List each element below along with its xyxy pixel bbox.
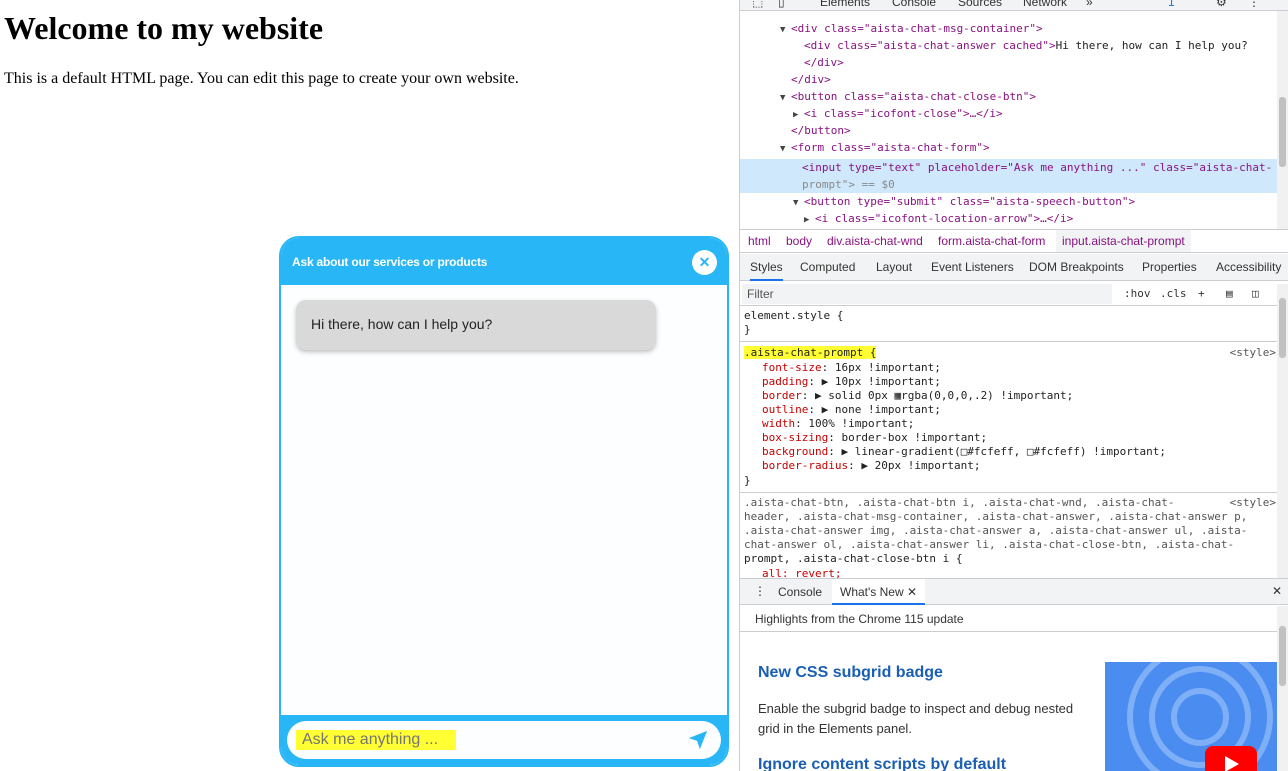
dom-node[interactable]: </div> xyxy=(740,71,1280,88)
breadcrumb-chat-prompt[interactable]: input.aista-chat-prompt xyxy=(1056,230,1191,252)
dom-node[interactable]: ▼ <div class="aista-chat-msg-container"> xyxy=(740,20,1280,37)
sidebar-toggle-icon[interactable]: ◫ xyxy=(1252,287,1259,300)
css-property[interactable]: width: 100% !important; xyxy=(762,417,914,431)
dom-node[interactable]: ▶ <i class="icofont-location-arrow">…</i> xyxy=(740,210,1280,227)
styles-tabs: Styles Computed Layout Event Listeners D… xyxy=(740,254,1288,281)
dom-node[interactable]: ▶ <i class="icofont-close">…</i> xyxy=(740,105,1280,122)
whats-new-content: New CSS subgrid badge Enable the subgrid… xyxy=(740,633,1278,771)
whats-new-header: Highlights from the Chrome 115 update xyxy=(740,606,1280,632)
tab-console[interactable]: Console xyxy=(892,0,936,9)
tab-event-listeners[interactable]: Event Listeners xyxy=(931,260,1014,274)
css-property[interactable]: padding: ▶ 10px !important; xyxy=(762,375,941,389)
css-property[interactable]: all: revert; xyxy=(762,567,841,578)
rule-selector[interactable]: chat-answer ol, .aista-chat-answer li, .… xyxy=(744,538,1234,552)
whats-new-item-title[interactable]: Ignore content scripts by default xyxy=(758,756,1006,771)
breadcrumb-chat-wnd[interactable]: div.aista-chat-wnd xyxy=(827,234,923,248)
dom-node[interactable]: <div class="aista-chat-answer cached">Hi… xyxy=(740,37,1280,54)
device-toggle-icon[interactable]: ▯ xyxy=(778,0,785,9)
tab-elements[interactable]: Elements xyxy=(820,0,870,9)
dom-tree: ▼ <div class="aista-chat-msg-container"> … xyxy=(740,11,1280,229)
dom-scrollbar[interactable] xyxy=(1277,11,1288,229)
close-icon: ✕ xyxy=(698,254,711,270)
chat-title: Ask about our services or products xyxy=(292,255,488,269)
page-title: Welcome to my website xyxy=(4,10,324,46)
video-thumbnail-art xyxy=(1105,662,1278,771)
location-arrow-icon[interactable] xyxy=(687,729,709,751)
close-drawer-icon[interactable]: ✕ xyxy=(1272,584,1282,598)
chat-prompt-input[interactable] xyxy=(296,730,456,750)
breadcrumb-html[interactable]: html xyxy=(748,234,771,248)
devtools-top-tabs: ⬚ ▯ Elements Console Sources Network » 1… xyxy=(740,0,1288,11)
cls-button[interactable]: .cls xyxy=(1160,287,1187,300)
hov-button[interactable]: :hov xyxy=(1124,287,1151,300)
page-paragraph: This is a default HTML page. You can edi… xyxy=(4,70,519,87)
web-page: Welcome to my website This is a default … xyxy=(0,0,740,771)
rule-close-brace: } xyxy=(744,474,751,487)
add-rule-icon[interactable]: + xyxy=(1198,287,1205,300)
tab-layout[interactable]: Layout xyxy=(876,260,912,274)
styles-pane: element.style { } .aista-chat-prompt { <… xyxy=(740,306,1280,578)
breadcrumb: html body div.aista-chat-wnd form.aista-… xyxy=(740,229,1288,253)
dom-node[interactable]: </button> xyxy=(740,122,1280,139)
element-style-rule[interactable]: element.style { xyxy=(744,309,843,323)
devtools-panel: ⬚ ▯ Elements Console Sources Network » 1… xyxy=(739,0,1288,771)
chat-close-button[interactable]: ✕ xyxy=(692,250,717,275)
chat-answer-bubble: Hi there, how can I help you? xyxy=(296,300,656,350)
css-property[interactable]: font-size: 16px !important; xyxy=(762,361,941,375)
breadcrumb-chat-form[interactable]: form.aista-chat-form xyxy=(938,234,1045,248)
dom-node[interactable]: </div> xyxy=(740,54,1280,71)
css-property[interactable]: outline: ▶ none !important; xyxy=(762,403,941,417)
dom-node[interactable]: ▼ <button class="aista-chat-close-btn"> xyxy=(740,88,1280,105)
whats-new-item-text: Enable the subgrid badge to inspect and … xyxy=(758,701,1074,736)
dom-node[interactable]: ▼ <form class="aista-chat-form"> xyxy=(740,139,1280,156)
chat-window: Ask about our services or products ✕ Hi … xyxy=(279,236,729,767)
chat-form xyxy=(281,715,727,765)
rule-source-link[interactable]: <style> xyxy=(1230,346,1276,360)
tab-dom-breakpoints[interactable]: DOM Breakpoints xyxy=(1029,260,1124,274)
tab-properties[interactable]: Properties xyxy=(1142,260,1197,274)
rule-selector[interactable]: .aista-chat-prompt { xyxy=(744,346,877,360)
breadcrumb-body[interactable]: body xyxy=(786,234,812,248)
tab-sources[interactable]: Sources xyxy=(958,0,1002,9)
rule-selector[interactable]: prompt, .aista-chat-close-btn i { xyxy=(744,552,963,566)
dom-node-selected[interactable]: <input type="text" placeholder="Ask me a… xyxy=(740,159,1280,193)
video-thumbnail[interactable] xyxy=(1105,662,1278,771)
paint-icon[interactable]: ▤ xyxy=(1226,287,1233,300)
drawer-tab-whats-new[interactable]: What's New ✕ xyxy=(832,579,926,605)
tab-computed[interactable]: Computed xyxy=(800,260,855,274)
tab-network[interactable]: Network xyxy=(1023,0,1067,9)
issues-badge[interactable]: 1 xyxy=(1168,0,1175,9)
more-options-icon[interactable]: ⋮ xyxy=(1248,0,1260,9)
drawer-tabs: ⋮ Console What's New ✕ ✕ xyxy=(740,578,1288,605)
gear-icon[interactable]: ⚙ xyxy=(1216,0,1227,9)
tab-styles[interactable]: Styles xyxy=(750,260,783,281)
filter-input[interactable]: Filter xyxy=(742,284,1112,304)
dom-node[interactable]: ▼ <button type="submit" class="aista-spee… xyxy=(740,193,1280,210)
css-property[interactable]: border: ▶ solid 0px ▦rgba(0,0,0,.2) !imp… xyxy=(762,389,1073,403)
drawer-menu-icon[interactable]: ⋮ xyxy=(754,584,766,598)
css-property[interactable]: box-sizing: border-box !important; xyxy=(762,431,987,445)
tab-accessibility[interactable]: Accessibility xyxy=(1216,260,1281,274)
whats-new-item-title[interactable]: New CSS subgrid badge xyxy=(758,664,943,682)
css-property[interactable]: border-radius: ▶ 20px !important; xyxy=(762,459,981,473)
rule-selector[interactable]: .aista-chat-answer img, .aista-chat-answ… xyxy=(744,524,1247,538)
drawer-tab-console[interactable]: Console xyxy=(778,585,822,599)
rule-selector[interactable]: .aista-chat-btn, .aista-chat-btn i, .ais… xyxy=(744,496,1174,510)
styles-scrollbar[interactable] xyxy=(1277,284,1288,578)
close-icon[interactable]: ✕ xyxy=(907,585,917,599)
css-property[interactable]: background: ▶ linear-gradient(□#fcfeff, … xyxy=(762,445,1166,459)
chat-prompt-container[interactable] xyxy=(287,721,721,759)
drawer-scrollbar[interactable] xyxy=(1277,606,1288,771)
inspect-icon[interactable]: ⬚ xyxy=(752,0,763,9)
more-tabs-icon[interactable]: » xyxy=(1086,0,1093,9)
rule-source-link[interactable]: <style> xyxy=(1230,496,1276,510)
styles-filter-bar: Filter :hov .cls + ▤ ◫ xyxy=(740,282,1288,306)
rule-close-brace: } xyxy=(744,323,751,336)
chat-header: Ask about our services or products ✕ xyxy=(281,238,727,285)
rule-selector[interactable]: header, .aista-chat-msg-container, .aist… xyxy=(744,510,1247,524)
